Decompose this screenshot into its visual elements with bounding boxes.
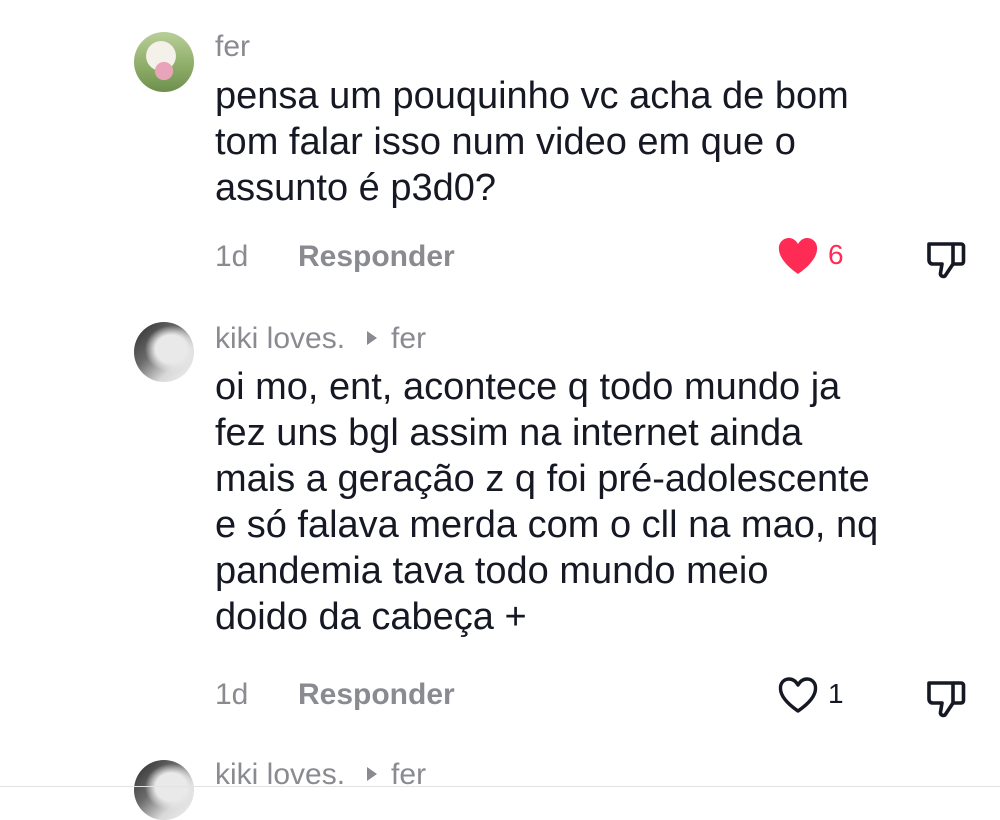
reply-button[interactable]: Responder [298, 240, 455, 274]
heart-icon [778, 677, 818, 713]
heart-icon [778, 238, 818, 274]
like-count: 6 [828, 239, 844, 270]
like-button[interactable]: 1 [776, 675, 856, 719]
reply-button[interactable]: Responder [298, 678, 455, 712]
reply-arrow-icon [367, 331, 378, 345]
thumbs-down-icon [927, 681, 966, 718]
comment-time: 1d [215, 678, 249, 711]
like-button[interactable]: 6 [776, 236, 856, 280]
reply-arrow-icon [367, 767, 378, 781]
divider [0, 786, 1000, 787]
comment-username[interactable]: fer [215, 30, 250, 64]
reply-to-user[interactable]: fer [391, 322, 426, 355]
like-count: 1 [828, 678, 844, 709]
comment-author[interactable]: kiki loves. [215, 322, 345, 355]
dislike-button[interactable] [925, 677, 967, 719]
comment-username[interactable]: kiki loves. fer [215, 322, 426, 356]
dislike-button[interactable] [925, 238, 967, 280]
avatar[interactable] [134, 32, 194, 92]
comment-text: pensa um pouquinho vc acha de bom tom fa… [215, 75, 849, 209]
thumbs-down-icon [927, 242, 966, 279]
comment-text: oi mo, ent, acontece q todo mundo ja fez… [215, 366, 879, 638]
avatar[interactable] [134, 760, 194, 820]
comment-time: 1d [215, 240, 249, 273]
avatar[interactable] [134, 322, 194, 382]
